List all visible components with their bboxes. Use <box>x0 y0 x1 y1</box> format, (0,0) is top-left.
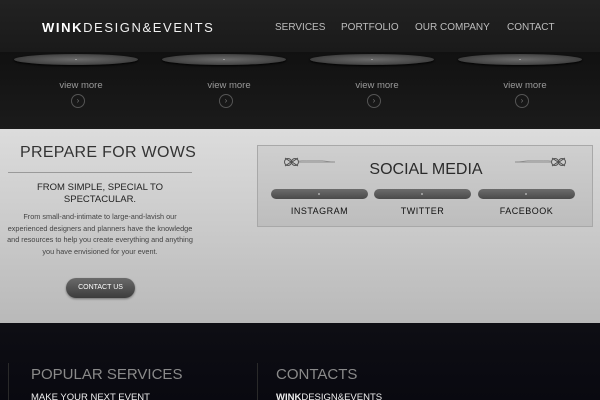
contacts-company-name: WINKDESIGN&EVENTS <box>276 392 382 400</box>
instagram-bar[interactable] <box>271 189 368 199</box>
middle-section: PREPARE FOR WOWS FROM SIMPLE, SPECIAL TO… <box>0 129 600 323</box>
nav-services[interactable]: SERVICES <box>275 22 325 33</box>
prepare-subtitle: FROM SIMPLE, SPECIAL TO SPECTACULAR. <box>37 182 163 205</box>
logo[interactable]: WINKDESIGN&EVENTS <box>42 20 214 35</box>
logo-rest: DESIGN&EVENTS <box>83 20 215 35</box>
view-more-link[interactable]: view more <box>189 80 269 91</box>
services-item[interactable]: MAKE YOUR NEXT EVENT <box>31 392 150 400</box>
showcase-disc <box>14 54 138 65</box>
divider <box>8 172 192 173</box>
showcase-strip: view more › view more › view more › view… <box>0 52 600 129</box>
contact-us-button[interactable]: CONTACT US <box>66 278 135 298</box>
contacts-bold: WINK <box>276 392 302 400</box>
showcase-disc <box>162 54 286 65</box>
logo-bold: WINK <box>42 20 84 35</box>
social-media-panel: SOCIAL MEDIA INSTAGRAM TWITTER FACEBOOK <box>257 145 593 227</box>
social-media-title: SOCIAL MEDIA <box>369 161 483 178</box>
view-more-link[interactable]: view more <box>337 80 417 91</box>
nav-contact[interactable]: CONTACT <box>507 22 555 33</box>
contacts-rest: DESIGN&EVENTS <box>301 392 383 400</box>
facebook-bar[interactable] <box>478 189 575 199</box>
divider <box>8 363 9 400</box>
chevron-right-icon[interactable]: › <box>219 94 233 108</box>
chevron-right-icon[interactable]: › <box>71 94 85 108</box>
showcase-disc <box>310 54 434 65</box>
popular-services-title: POPULAR SERVICES <box>31 366 183 383</box>
divider <box>257 363 258 400</box>
site-header: WINKDESIGN&EVENTS SERVICES PORTFOLIO OUR… <box>0 0 600 52</box>
view-more-link[interactable]: view more <box>41 80 121 91</box>
showcase-disc <box>458 54 582 65</box>
facebook-link[interactable]: FACEBOOK <box>478 206 575 216</box>
prepare-title: PREPARE FOR WOWS <box>20 144 197 161</box>
prepare-body: From small-and-intimate to large-and-lav… <box>7 212 193 256</box>
twitter-link[interactable]: TWITTER <box>374 206 471 216</box>
view-more-link[interactable]: view more <box>485 80 565 91</box>
site-footer: POPULAR SERVICES MAKE YOUR NEXT EVENT CO… <box>0 323 600 400</box>
nav-portfolio[interactable]: PORTFOLIO <box>341 22 399 33</box>
contacts-title: CONTACTS <box>276 366 358 383</box>
instagram-link[interactable]: INSTAGRAM <box>271 206 368 216</box>
nav-our-company[interactable]: OUR COMPANY <box>415 22 490 33</box>
chevron-right-icon[interactable]: › <box>367 94 381 108</box>
twitter-bar[interactable] <box>374 189 471 199</box>
chevron-right-icon[interactable]: › <box>515 94 529 108</box>
